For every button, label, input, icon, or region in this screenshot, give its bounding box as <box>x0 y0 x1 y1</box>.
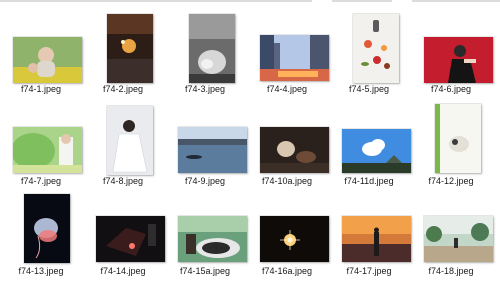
file-name: f74-9.jpeg <box>184 176 226 186</box>
file-item[interactable]: f74-10a.jpeg <box>246 102 329 194</box>
file-name: f74-11d.jpeg <box>344 176 394 186</box>
thumbnail-image <box>342 216 411 262</box>
file-item[interactable]: f74-5.jpeg <box>328 10 410 102</box>
thumbnail-image <box>178 127 247 173</box>
file-item[interactable]: f74-13.jpeg <box>0 192 82 284</box>
file-item[interactable]: f74-12.jpeg <box>410 102 492 194</box>
thumbnail-image <box>107 106 153 175</box>
thumbnail-image <box>260 127 329 173</box>
file-name: f74-5.jpeg <box>348 84 390 94</box>
thumbnail-image <box>424 37 493 83</box>
file-item[interactable]: f74-11d.jpeg <box>328 102 411 194</box>
file-name: f74-8.jpeg <box>102 176 144 186</box>
file-item[interactable]: f74-16a.jpeg <box>246 192 329 284</box>
thumbnail-image <box>189 14 235 83</box>
thumbnail-image <box>342 129 411 173</box>
file-item[interactable]: f74-14.jpeg <box>82 192 165 284</box>
file-name: f74-14.jpeg <box>100 266 146 276</box>
file-grid: f74-1.jpeg f74-2.jpeg f74-3.jpeg f74-4.j… <box>0 0 500 285</box>
thumbnail-image <box>96 216 165 262</box>
file-name: f74-18.jpeg <box>428 266 474 276</box>
file-name: f74-10a.jpeg <box>261 176 313 186</box>
file-name: f74-16a.jpeg <box>261 266 313 276</box>
file-item[interactable]: f74-15a.jpeg <box>164 192 247 284</box>
thumbnail-image <box>13 37 82 83</box>
file-name: f74-7.jpeg <box>20 176 62 186</box>
thumbnail-image <box>24 194 70 263</box>
file-name: f74-12.jpeg <box>428 176 474 186</box>
file-item[interactable]: f74-17.jpeg <box>328 192 411 284</box>
file-item[interactable]: f74-8.jpeg <box>82 102 164 194</box>
thumbnail-image <box>13 127 82 173</box>
file-name: f74-15a.jpeg <box>179 266 231 276</box>
file-name: f74-17.jpeg <box>346 266 392 276</box>
file-item[interactable]: f74-9.jpeg <box>164 102 247 194</box>
file-name: f74-6.jpeg <box>430 84 472 94</box>
file-item[interactable]: f74-3.jpeg <box>164 10 246 102</box>
thumbnail-image <box>107 14 153 83</box>
thumbnail-image <box>260 216 329 262</box>
file-name: f74-4.jpeg <box>266 84 308 94</box>
file-item[interactable]: f74-2.jpeg <box>82 10 164 102</box>
file-item[interactable]: f74-4.jpeg <box>246 10 329 102</box>
thumbnail-image <box>353 14 399 83</box>
file-name: f74-1.jpeg <box>20 84 62 94</box>
file-item[interactable]: f74-7.jpeg <box>0 102 82 194</box>
thumbnail-image <box>424 216 493 262</box>
file-item[interactable]: f74-1.jpeg <box>0 10 82 102</box>
file-name: f74-13.jpeg <box>18 266 64 276</box>
file-item[interactable]: f74-6.jpeg <box>410 10 493 102</box>
file-name: f74-2.jpeg <box>102 84 144 94</box>
file-item[interactable]: f74-18.jpeg <box>410 192 493 284</box>
thumbnail-image <box>260 35 329 81</box>
thumbnail-image <box>178 216 247 262</box>
file-name: f74-3.jpeg <box>184 84 226 94</box>
thumbnail-image <box>435 104 481 173</box>
